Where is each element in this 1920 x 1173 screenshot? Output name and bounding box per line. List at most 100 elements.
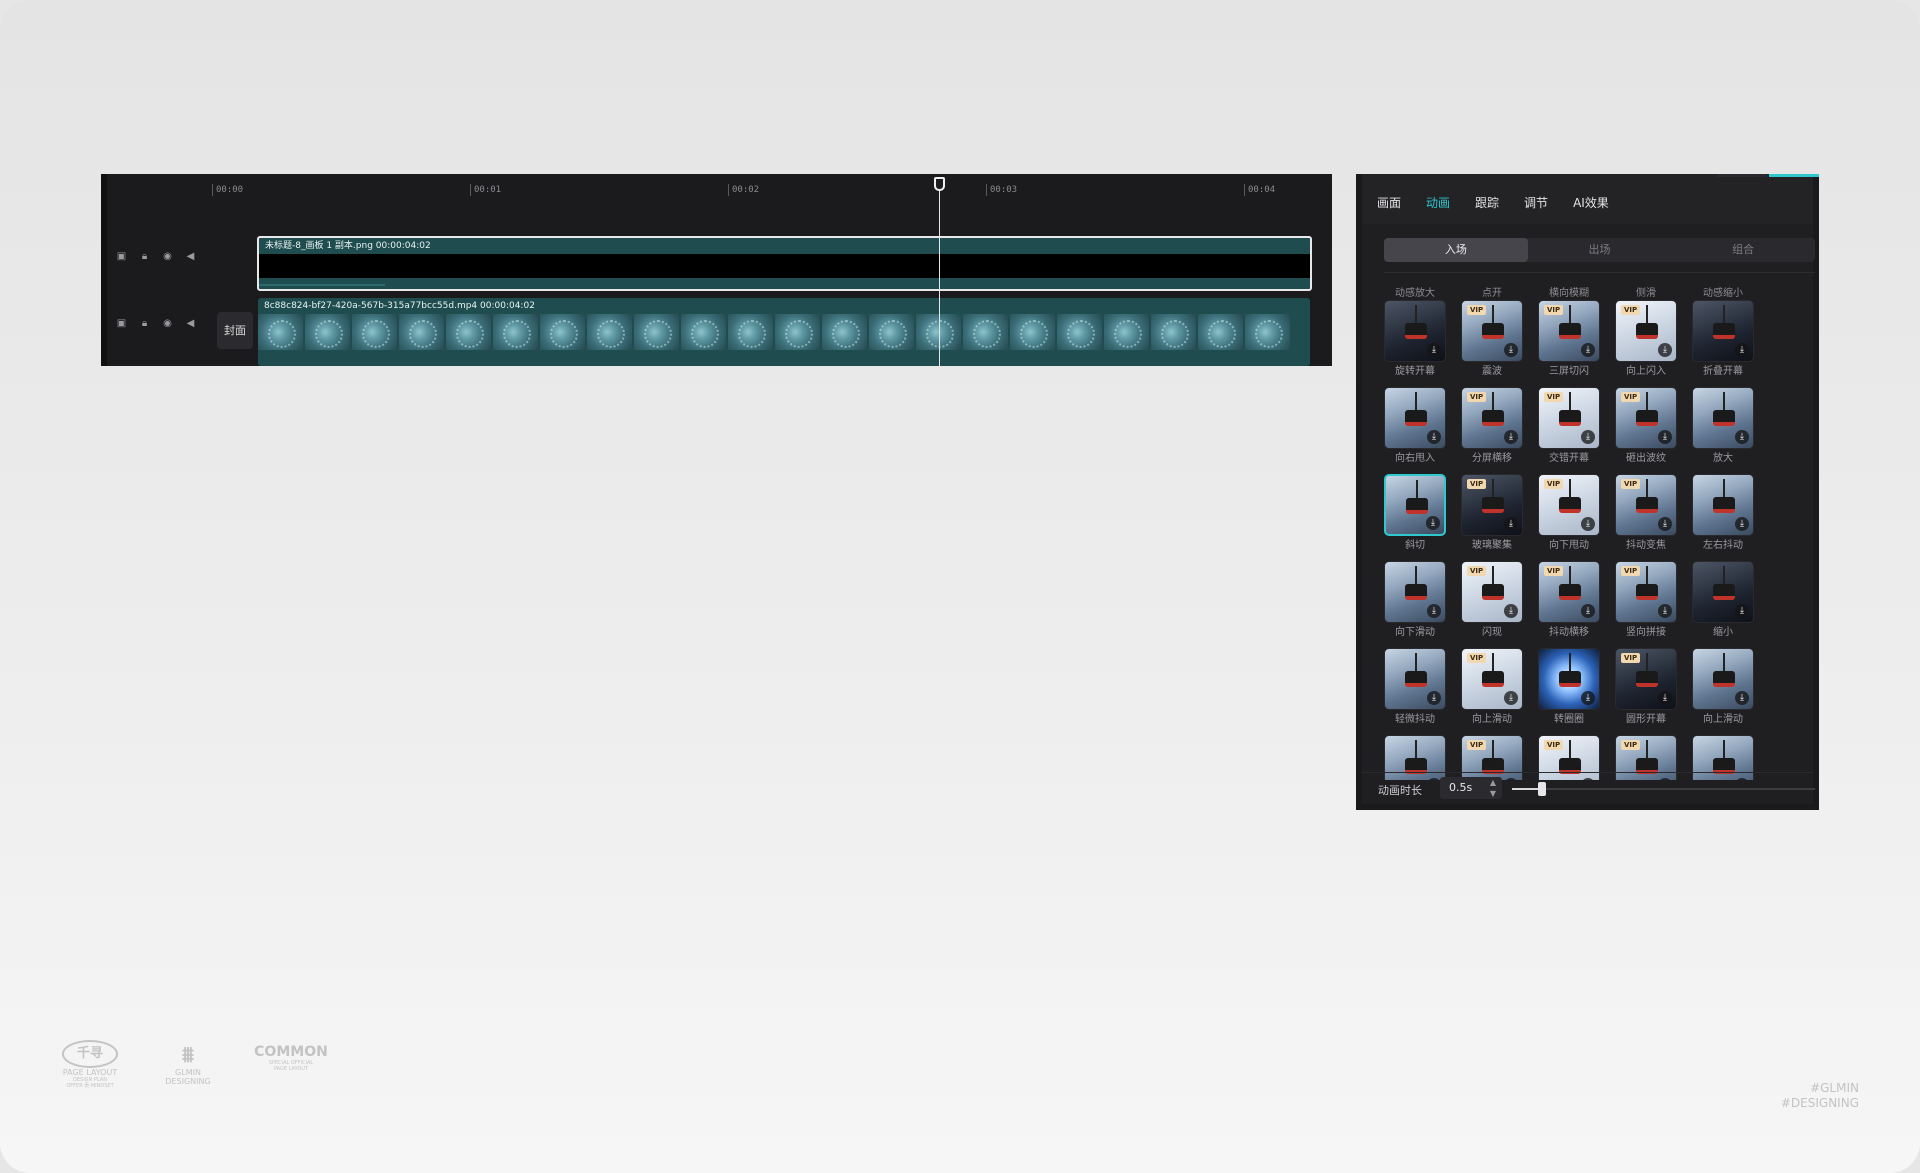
download-icon[interactable]: ⤓ (1735, 604, 1749, 618)
animation-thumbnail[interactable]: VIP ⤓ (1538, 387, 1600, 449)
download-icon[interactable]: ⤓ (1504, 343, 1518, 357)
animation-item[interactable]: VIP ⤓ 抖动横移 (1538, 561, 1600, 639)
download-icon[interactable]: ⤓ (1658, 604, 1672, 618)
sub-tab-0[interactable]: 入场 (1384, 238, 1528, 262)
cover-toggle-icon[interactable]: ▣ (115, 250, 128, 263)
animation-item[interactable]: VIP ⤓ 向上滑动 (1461, 648, 1523, 726)
animation-item[interactable]: ⤓ 向上滑动 (1692, 648, 1754, 726)
animation-thumbnail[interactable]: ⤓ (1538, 648, 1600, 710)
download-icon[interactable]: ⤓ (1581, 517, 1595, 531)
animation-item[interactable]: ⤓ 旋转开幕 (1384, 300, 1446, 378)
download-icon[interactable]: ⤓ (1426, 516, 1440, 530)
animation-item[interactable]: VIP ⤓ 向上闪入 (1615, 300, 1677, 378)
duration-input[interactable]: 0.5s ▲ ▼ (1440, 777, 1502, 799)
animation-thumbnail[interactable]: VIP ⤓ (1538, 561, 1600, 623)
download-icon[interactable]: ⤓ (1735, 517, 1749, 531)
tab-0[interactable]: 画面 (1377, 196, 1401, 210)
animation-thumbnail[interactable]: VIP ⤓ (1461, 387, 1523, 449)
duration-slider-handle[interactable] (1538, 782, 1547, 796)
sub-tab-1[interactable]: 出场 (1528, 238, 1672, 262)
animation-item[interactable]: ⤓ 左右抖动 (1692, 474, 1754, 552)
download-icon[interactable]: ⤓ (1427, 430, 1441, 444)
download-icon[interactable]: ⤓ (1658, 430, 1672, 444)
animation-thumbnail[interactable]: ⤓ (1692, 474, 1754, 536)
download-icon[interactable]: ⤓ (1581, 604, 1595, 618)
animation-thumbnail[interactable]: VIP ⤓ (1461, 474, 1523, 536)
animation-thumbnail[interactable]: VIP ⤓ (1538, 300, 1600, 362)
download-icon[interactable]: ⤓ (1504, 604, 1518, 618)
animation-thumbnail[interactable]: VIP ⤓ (1615, 474, 1677, 536)
download-icon[interactable]: ⤓ (1581, 430, 1595, 444)
animation-item[interactable]: VIP ⤓ 交错开幕 (1538, 387, 1600, 465)
animation-thumbnail[interactable]: ⤓ (1384, 648, 1446, 710)
download-icon[interactable]: ⤓ (1581, 343, 1595, 357)
animation-item[interactable]: VIP ⤓ 竖向拼接 (1615, 561, 1677, 639)
video-clip[interactable]: 8c88c824-bf27-420a-567b-315a77bcc55d.mp4… (258, 298, 1310, 366)
volume-icon[interactable]: ◀︎ (184, 250, 197, 263)
eye-icon[interactable]: ◉ (161, 317, 174, 330)
download-icon[interactable]: ⤓ (1427, 604, 1441, 618)
animation-item[interactable]: ⤓ 向右甩入 (1384, 387, 1446, 465)
download-icon[interactable]: ⤓ (1427, 691, 1441, 705)
animation-grid-viewport[interactable]: ⤓ 旋转开幕 VIP ⤓ 震波 VIP ⤓ 三屏切闪 VIP ⤓ 向上闪入 ⤓ 折叠开幕 ⤓ 向右甩入 VIP… (1384, 280, 1815, 780)
animation-thumbnail[interactable]: VIP ⤓ (1538, 474, 1600, 536)
animation-item[interactable]: VIP ⤓ 三屏切闪 (1538, 300, 1600, 378)
animation-item[interactable]: VIP ⤓ 玻璃聚集 (1461, 474, 1523, 552)
download-icon[interactable]: ⤓ (1658, 691, 1672, 705)
animation-item[interactable]: ⤓ 转圈圈 (1538, 648, 1600, 726)
animation-thumbnail[interactable]: ⤓ (1384, 300, 1446, 362)
lock-icon[interactable]: 🔒︎ (138, 250, 151, 263)
tab-2[interactable]: 跟踪 (1475, 196, 1499, 210)
duration-slider[interactable] (1512, 782, 1815, 796)
cover-toggle-icon[interactable]: ▣ (115, 317, 128, 330)
animation-thumbnail[interactable]: ⤓ (1384, 387, 1446, 449)
animation-thumbnail[interactable]: ⤓ (1384, 561, 1446, 623)
animation-item[interactable]: VIP ⤓ 圆形开幕 (1615, 648, 1677, 726)
tab-4[interactable]: AI效果 (1573, 196, 1609, 210)
animation-thumbnail[interactable]: VIP ⤓ (1461, 300, 1523, 362)
animation-item[interactable]: VIP ⤓ 震波 (1461, 300, 1523, 378)
download-icon[interactable]: ⤓ (1581, 691, 1595, 705)
time-ruler[interactable]: 00:00 00:01 00:02 00:03 00:04 (212, 174, 1332, 234)
download-icon[interactable]: ⤓ (1504, 430, 1518, 444)
animation-item[interactable]: ⤓ 折叠开幕 (1692, 300, 1754, 378)
download-icon[interactable]: ⤓ (1735, 691, 1749, 705)
animation-item[interactable]: ⤓ 向下滑动 (1384, 561, 1446, 639)
animation-thumbnail[interactable]: VIP ⤓ (1615, 387, 1677, 449)
animation-item[interactable]: VIP ⤓ 砸出波纹 (1615, 387, 1677, 465)
animation-item[interactable]: VIP ⤓ 向下甩动 (1538, 474, 1600, 552)
download-icon[interactable]: ⤓ (1658, 343, 1672, 357)
sub-tab-2[interactable]: 组合 (1671, 238, 1815, 262)
download-icon[interactable]: ⤓ (1735, 430, 1749, 444)
eye-icon[interactable]: ◉ (161, 250, 174, 263)
download-icon[interactable]: ⤓ (1427, 343, 1441, 357)
animation-item[interactable]: VIP ⤓ 分屏横移 (1461, 387, 1523, 465)
download-icon[interactable]: ⤓ (1735, 343, 1749, 357)
animation-item[interactable]: ⤓ 缩小 (1692, 561, 1754, 639)
stepper-icon[interactable]: ▲ ▼ (1490, 777, 1496, 799)
playhead-handle[interactable] (934, 177, 945, 191)
animation-thumbnail[interactable]: ⤓ (1384, 474, 1446, 536)
cover-button[interactable]: 封面 (217, 312, 253, 349)
animation-thumbnail[interactable]: ⤓ (1692, 648, 1754, 710)
animation-item[interactable]: ⤓ 斜切 (1384, 474, 1446, 552)
animation-thumbnail[interactable]: VIP ⤓ (1461, 561, 1523, 623)
animation-thumbnail[interactable]: ⤓ (1692, 561, 1754, 623)
animation-thumbnail[interactable]: ⤓ (1692, 300, 1754, 362)
playhead-line[interactable] (939, 182, 940, 366)
download-icon[interactable]: ⤓ (1504, 691, 1518, 705)
tab-1[interactable]: 动画 (1426, 196, 1450, 210)
download-icon[interactable]: ⤓ (1658, 517, 1672, 531)
tab-3[interactable]: 调节 (1524, 196, 1548, 210)
image-clip[interactable]: 未标题-8_画板 1 副本.png 00:00:04:02 (257, 236, 1312, 291)
animation-thumbnail[interactable]: VIP ⤓ (1615, 561, 1677, 623)
animation-thumbnail[interactable]: VIP ⤓ (1615, 300, 1677, 362)
volume-icon[interactable]: ◀︎ (184, 317, 197, 330)
animation-thumbnail[interactable]: VIP ⤓ (1461, 648, 1523, 710)
animation-item[interactable]: ⤓ 轻微抖动 (1384, 648, 1446, 726)
animation-item[interactable]: VIP ⤓ 闪现 (1461, 561, 1523, 639)
animation-item[interactable]: ⤓ 放大 (1692, 387, 1754, 465)
animation-thumbnail[interactable]: VIP ⤓ (1615, 648, 1677, 710)
lock-icon[interactable]: 🔒︎ (138, 317, 151, 330)
animation-item[interactable]: VIP ⤓ 抖动变焦 (1615, 474, 1677, 552)
